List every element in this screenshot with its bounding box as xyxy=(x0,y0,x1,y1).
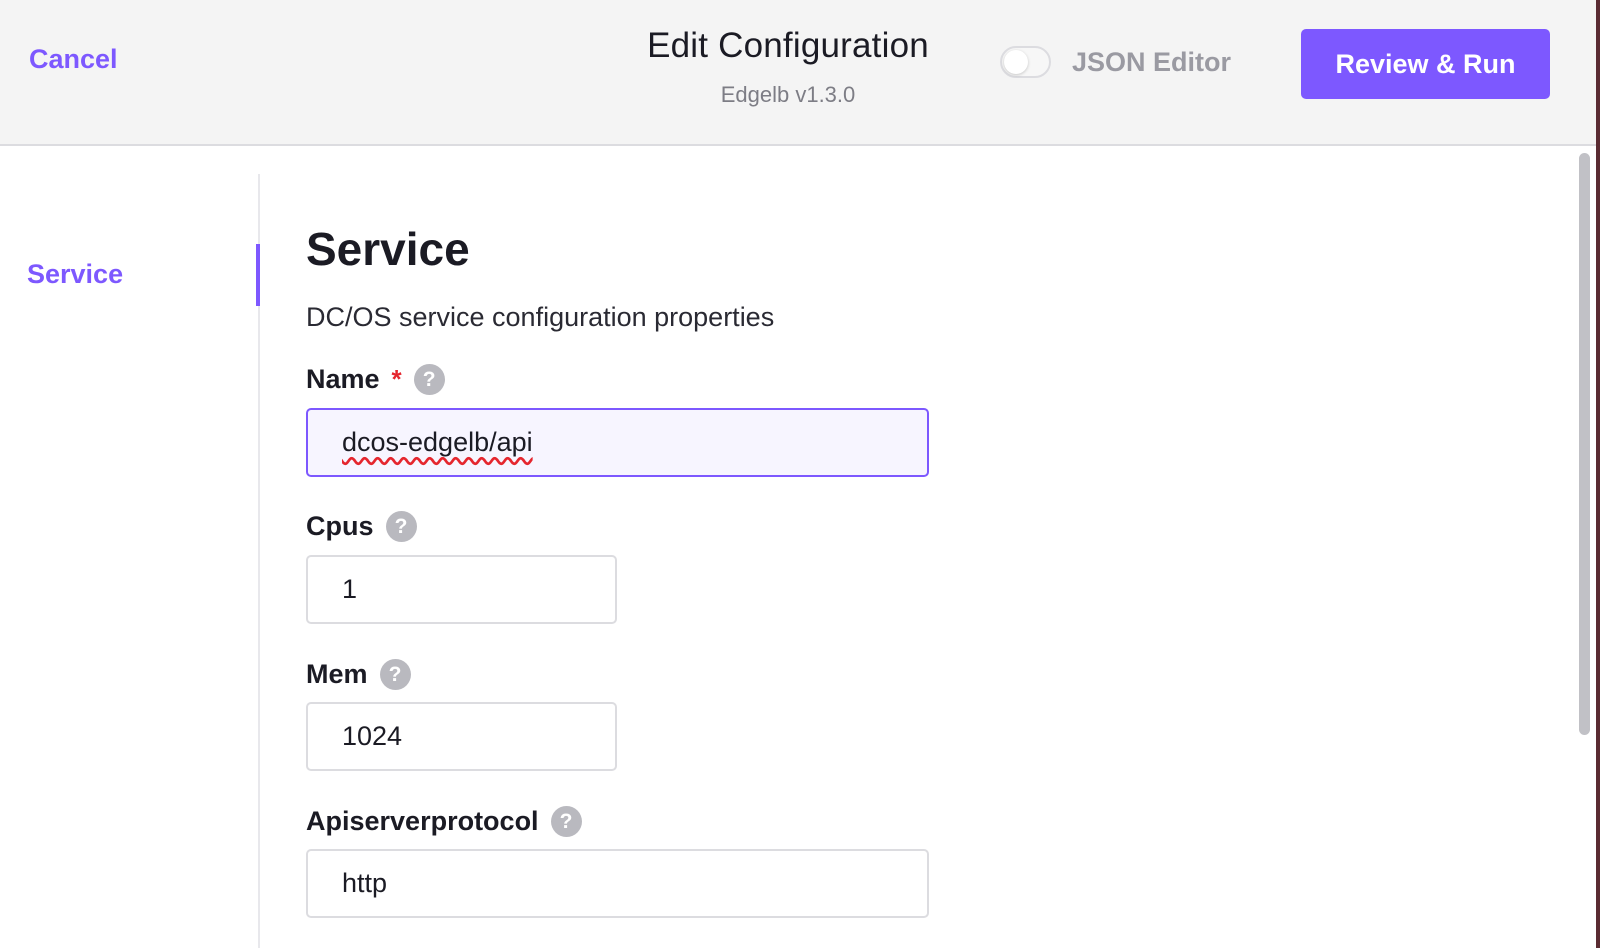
scrollbar-thumb[interactable] xyxy=(1579,153,1590,735)
cancel-button[interactable]: Cancel xyxy=(29,44,118,75)
title-block: Edit Configuration Edgelb v1.3.0 xyxy=(600,26,976,108)
apiserverprotocol-input-value: http xyxy=(342,868,388,898)
cpus-input[interactable]: 1 xyxy=(306,555,617,624)
name-help-icon[interactable]: ? xyxy=(413,364,445,395)
edit-configuration-page: Cancel Edit Configuration Edgelb v1.3.0 … xyxy=(0,0,1600,948)
cpus-help-icon[interactable]: ? xyxy=(385,511,417,542)
section-description: DC/OS service configuration properties xyxy=(306,302,775,332)
cpus-field-label: Cpus ? xyxy=(306,511,417,542)
sidebar-active-indicator xyxy=(256,244,260,306)
mem-field-label: Mem ? xyxy=(306,659,411,690)
review-and-run-button[interactable]: Review & Run xyxy=(1301,29,1550,99)
mem-input[interactable]: 1024 xyxy=(306,702,617,771)
mem-help-icon[interactable]: ? xyxy=(379,659,411,690)
name-label-text: Name xyxy=(306,364,380,394)
json-editor-label[interactable]: JSON Editor xyxy=(1072,47,1231,78)
apiserverprotocol-field-label: Apiserverprotocol ? xyxy=(306,806,582,837)
apiserverprotocol-label-text: Apiserverprotocol xyxy=(306,806,539,836)
name-field-label: Name * ? xyxy=(306,364,445,395)
mem-label-text: Mem xyxy=(306,659,368,689)
apiserverprotocol-help-icon[interactable]: ? xyxy=(550,806,582,837)
mem-input-value: 1024 xyxy=(342,721,403,751)
header-bar: Cancel Edit Configuration Edgelb v1.3.0 … xyxy=(0,0,1600,146)
package-version-subtitle: Edgelb v1.3.0 xyxy=(720,82,856,107)
cpus-label-text: Cpus xyxy=(306,511,374,541)
toggle-knob xyxy=(1004,50,1028,74)
cpus-input-value: 1 xyxy=(342,574,358,604)
name-input-value: dcos-edgelb/api xyxy=(342,427,533,457)
section-title: Service xyxy=(306,223,470,275)
page-title: Edit Configuration xyxy=(647,26,929,65)
window-edge xyxy=(1596,0,1600,948)
required-marker: * xyxy=(391,364,402,394)
name-input[interactable]: dcos-edgelb/api xyxy=(306,408,929,477)
sidebar-item-service[interactable]: Service xyxy=(27,259,123,290)
json-editor-toggle[interactable] xyxy=(1000,46,1051,78)
apiserverprotocol-input[interactable]: http xyxy=(306,849,929,918)
